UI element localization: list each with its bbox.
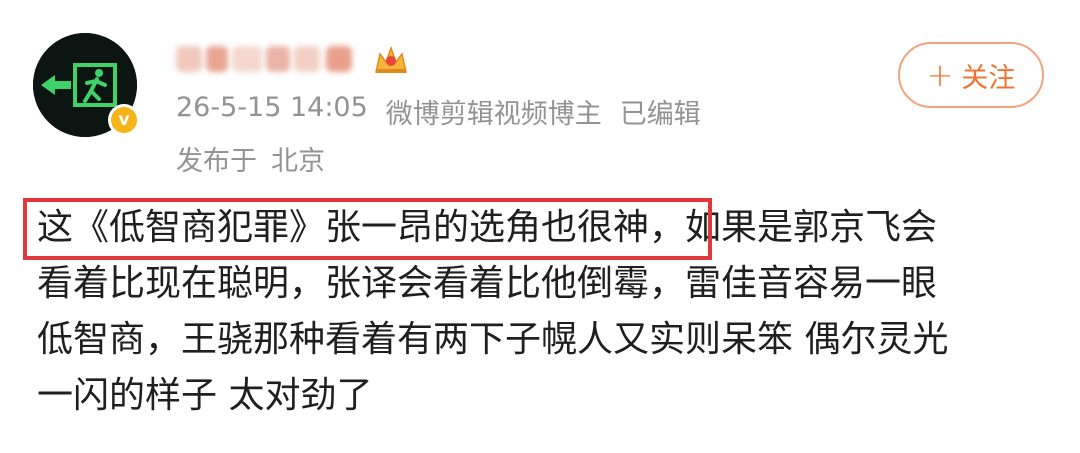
weibo-post: v 26-5-15 14:05 微博剪辑视频博主 已编辑 发布于 北京 + 关注… (0, 0, 1080, 453)
post-line: 一闪的样子 太对劲了 (37, 375, 373, 416)
crown-icon (375, 45, 407, 73)
location-prefix: 发布于 (176, 146, 257, 177)
post-line: 这《低智商犯罪》张一昂的选角也很神，如果是郭京飞会 (37, 200, 1047, 256)
plus-icon: + (926, 56, 954, 94)
follow-button-label: 关注 (961, 62, 1016, 94)
verified-badge-icon: v (108, 104, 140, 136)
post-line: 低智商，王骁那种看着有两下子幌人又实则呆笨 偶尔灵光 (37, 319, 949, 360)
author-title: 微博剪辑视频博主 (385, 99, 602, 130)
post-location: 发布于 北京 (176, 139, 325, 178)
post-meta: 26-5-15 14:05 微博剪辑视频博主 已编辑 (176, 92, 701, 131)
follow-button[interactable]: + 关注 (898, 42, 1044, 108)
post-text-segment: ，如果是郭京飞会 (649, 207, 938, 248)
username-blurred[interactable] (176, 40, 366, 78)
post-timestamp: 26-5-15 14:05 (176, 92, 368, 123)
location-city: 北京 (271, 146, 325, 177)
post-body: 这《低智商犯罪》张一昂的选角也很神，如果是郭京飞会 看着比现在聪明，张译会看着比… (37, 200, 1047, 424)
highlighted-text: 这《低智商犯罪》张一昂的选角也很神 (37, 207, 650, 248)
post-line: 看着比现在聪明，张译会看着比他倒霉，雷佳音容易一眼 (37, 263, 938, 304)
edited-label: 已编辑 (619, 99, 701, 130)
verified-badge-label: v (111, 107, 137, 133)
